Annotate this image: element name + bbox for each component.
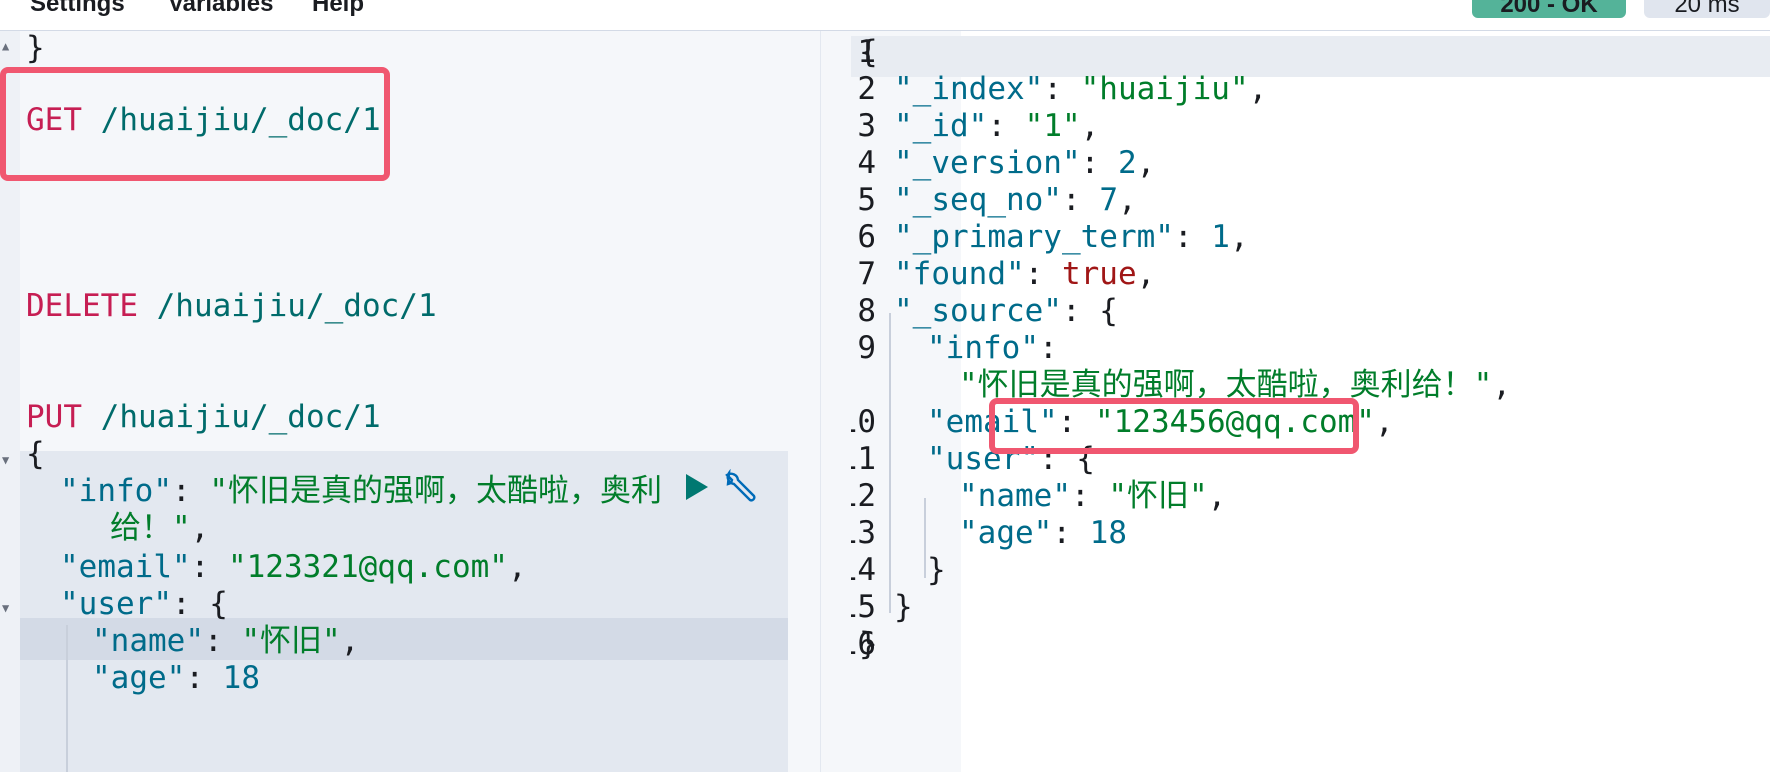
put-request-line[interactable]: PUT /huaijiu/_doc/1 — [26, 396, 381, 438]
line-number: 11 — [851, 441, 876, 477]
found-line: "found": true, — [894, 256, 1156, 292]
source-name-line: "name": "怀旧", — [959, 478, 1227, 514]
source-info-key-line: "info": — [927, 330, 1058, 366]
line-number: 12 — [851, 478, 876, 514]
body-open-brace: { — [26, 436, 45, 472]
info-line-wrapped: 给！", — [110, 510, 210, 546]
line-number: 3 — [857, 108, 876, 144]
status-badge: 200 - OK — [1472, 0, 1626, 18]
get-request-highlight-box — [0, 67, 390, 181]
line-number: 13 — [851, 515, 876, 551]
line-number: 9 — [857, 330, 876, 366]
index-line: "_index": "huaijiu", — [894, 71, 1268, 107]
play-icon[interactable] — [686, 474, 708, 500]
user-close-brace: } — [927, 552, 946, 588]
seq-no-line: "_seq_no": 7, — [894, 182, 1137, 218]
line-number: 8 — [857, 293, 876, 329]
line-number: 2 — [857, 71, 876, 107]
closing-brace: } — [26, 31, 45, 66]
fold-down-icon[interactable]: ▼ — [2, 601, 9, 615]
line-number: 14 — [851, 552, 876, 588]
line-number: 15 — [851, 589, 876, 625]
response-open-brace: { — [859, 34, 878, 70]
line-number: 7 — [857, 256, 876, 292]
name-line: "name": "怀旧", — [92, 623, 360, 659]
response-close-brace: } — [859, 626, 878, 662]
top-menu-bar: Settings Variables Help 200 - OK 20 ms — [0, 0, 1770, 31]
line-number: 6 — [857, 219, 876, 255]
line-number: 4 — [857, 145, 876, 181]
id-line: "_id": "1", — [894, 108, 1100, 144]
help-menu[interactable]: Help — [312, 0, 364, 18]
request-editor[interactable]: ▲ } GET /huaijiu/_doc/1 DELETE /huaijiu/… — [0, 31, 820, 772]
response-viewer: 1 2 3 4 5 6 7 8 9 10 11 12 13 14 15 16 ▼… — [851, 31, 1770, 772]
line-number: 10 — [851, 404, 876, 440]
email-highlight-box — [989, 398, 1359, 454]
request-time-badge: 20 ms — [1644, 0, 1770, 18]
email-line: "email": "123321@qq.com", — [60, 549, 527, 585]
pane-splitter[interactable] — [820, 31, 852, 772]
age-line: "age": 18 — [92, 660, 260, 696]
indent-guide — [889, 313, 891, 613]
info-line: "info": "怀旧是真的强啊，太酷啦，奥利 — [60, 473, 662, 509]
delete-request-line[interactable]: DELETE /huaijiu/_doc/1 — [26, 285, 437, 327]
indent-guide — [66, 625, 68, 772]
line-number: 5 — [857, 182, 876, 218]
variables-menu[interactable]: Variables — [168, 0, 273, 18]
wrench-icon[interactable] — [722, 469, 758, 505]
indent-guide — [924, 498, 926, 578]
source-close-brace: } — [894, 589, 913, 625]
user-line: "user": { — [60, 586, 228, 622]
fold-up-icon[interactable]: ▲ — [2, 39, 9, 53]
primary-term-line: "_primary_term": 1, — [894, 219, 1249, 255]
fold-down-icon[interactable]: ▼ — [2, 453, 9, 467]
settings-menu[interactable]: Settings — [30, 0, 125, 18]
source-line: "_source": { — [894, 293, 1118, 329]
source-age-line: "age": 18 — [959, 515, 1127, 551]
version-line: "_version": 2, — [894, 145, 1156, 181]
